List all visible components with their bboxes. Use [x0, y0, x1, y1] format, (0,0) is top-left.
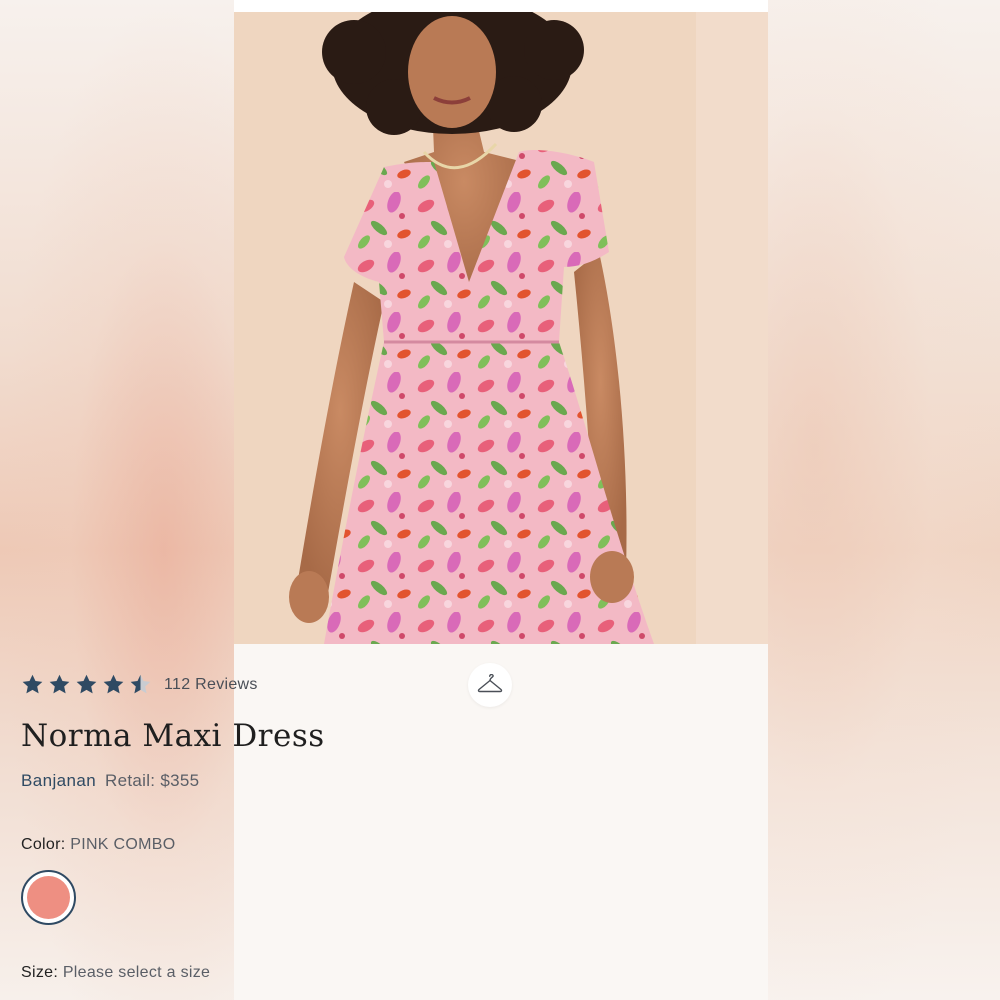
reviews-link[interactable]: 112 Reviews: [164, 676, 258, 694]
star-icon: [22, 674, 43, 694]
brand-link[interactable]: Banjanan: [21, 771, 96, 790]
star-half-icon: [130, 674, 151, 694]
rating-stars[interactable]: [21, 673, 152, 696]
product-page: [234, 0, 768, 1000]
star-icon: [103, 674, 124, 694]
star-icon: [76, 674, 97, 694]
save-to-closet-button[interactable]: [468, 663, 512, 707]
size-value[interactable]: Please select a size: [63, 964, 210, 981]
background-blur-right: [768, 0, 1000, 1000]
color-value: PINK COMBO: [70, 836, 176, 853]
size-label-line: Size: Please select a size: [21, 964, 210, 982]
brand-price-line: Banjanan Retail: $355: [21, 771, 199, 791]
product-title: Norma Maxi Dress: [21, 718, 325, 754]
color-label: Color:: [21, 836, 66, 853]
star-icon: [49, 674, 70, 694]
color-swatch-fill: [27, 876, 70, 919]
retail-price: Retail: $355: [105, 771, 200, 790]
hanger-icon: [477, 674, 503, 693]
color-swatch-selected[interactable]: [21, 870, 76, 925]
product-image[interactable]: [234, 12, 768, 644]
size-label: Size:: [21, 964, 59, 981]
top-bar: [234, 0, 768, 12]
color-label-line: Color: PINK COMBO: [21, 836, 175, 854]
